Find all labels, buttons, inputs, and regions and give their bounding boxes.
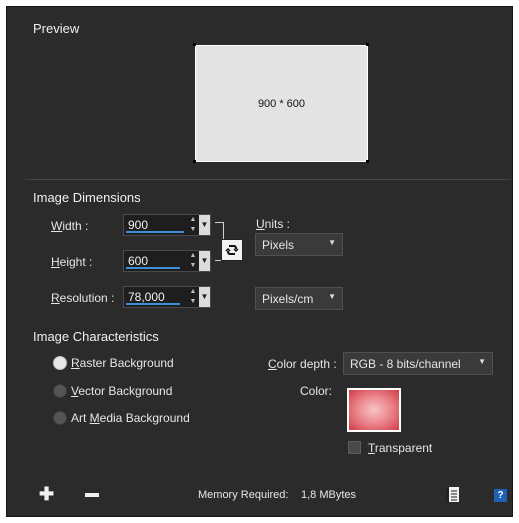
document-lines-icon: [446, 487, 457, 502]
units-select-value: Pixels: [262, 238, 295, 252]
color-label: Color:: [300, 384, 333, 398]
help-icon[interactable]: ?: [494, 489, 507, 502]
preview-corner-handle: [193, 160, 196, 163]
color-depth-label: Color depth :: [268, 357, 337, 371]
maintain-aspect-ratio-button[interactable]: [221, 239, 243, 261]
memory-required-label: Memory Required:: [198, 489, 289, 501]
color-depth-select[interactable]: RGB - 8 bits/channel ▼: [343, 352, 493, 375]
background-color-swatch[interactable]: [347, 388, 401, 432]
height-dropdown-arrow-icon[interactable]: ▼: [199, 251, 210, 271]
document-info-icon[interactable]: [446, 487, 459, 502]
width-label: Width :: [51, 219, 89, 233]
height-input[interactable]: 600 ▲ ▼ ▼: [123, 250, 211, 272]
resolution-value: 78,000: [128, 290, 165, 304]
preview-title: Preview: [33, 21, 80, 36]
raster-background-radio[interactable]: [53, 356, 67, 370]
width-focus-underline: [126, 231, 184, 233]
width-value: 900: [128, 218, 149, 232]
units-label: Units :: [256, 217, 291, 231]
preview-corner-handle: [193, 43, 196, 46]
preview-corner-handle: [366, 160, 369, 163]
resolution-dropdown-arrow-icon[interactable]: ▼: [199, 287, 210, 307]
resolution-units-select[interactable]: Pixels/cm ▼: [255, 287, 343, 310]
link-chain-icon: [225, 245, 239, 255]
plus-icon[interactable]: ✚: [39, 485, 54, 503]
raster-background-label[interactable]: Raster Background: [71, 356, 174, 370]
units-select[interactable]: Pixels ▼: [255, 233, 343, 256]
resolution-spinner-arrows-icon[interactable]: ▲ ▼: [188, 287, 198, 307]
minus-icon[interactable]: [85, 493, 99, 497]
preview-dimensions-text: 900 * 600: [257, 97, 306, 110]
vector-background-label[interactable]: Vector Background: [71, 384, 172, 398]
resolution-input[interactable]: 78,000 ▲ ▼ ▼: [123, 286, 211, 308]
memory-required-value: 1,8 MBytes: [301, 489, 357, 501]
width-spinner-arrows-icon[interactable]: ▲ ▼: [188, 215, 198, 235]
image-characteristics-title: Image Characteristics: [33, 329, 159, 344]
preview-corner-handle: [366, 43, 369, 46]
new-image-panel: Preview 900 * 600 Image Dimensions Width…: [6, 6, 513, 517]
chevron-down-icon: ▼: [478, 357, 486, 366]
chevron-down-icon: ▼: [328, 292, 336, 301]
height-focus-underline: [126, 267, 180, 269]
art-media-background-label[interactable]: Art Media Background: [71, 411, 190, 425]
height-label: Height :: [51, 255, 93, 269]
image-dimensions-title: Image Dimensions: [33, 190, 141, 205]
width-input[interactable]: 900 ▲ ▼ ▼: [123, 214, 211, 236]
section-divider: [25, 179, 511, 180]
transparent-label[interactable]: Transparent: [368, 441, 432, 455]
preview-canvas: 900 * 600: [195, 45, 368, 162]
transparent-checkbox[interactable]: [348, 441, 361, 454]
chevron-down-icon: ▼: [328, 238, 336, 247]
height-spinner-arrows-icon[interactable]: ▲ ▼: [188, 251, 198, 271]
resolution-focus-underline: [126, 303, 180, 305]
height-value: 600: [128, 254, 149, 268]
width-dropdown-arrow-icon[interactable]: ▼: [199, 215, 210, 235]
resolution-units-select-value: Pixels/cm: [262, 292, 314, 306]
color-depth-select-value: RGB - 8 bits/channel: [350, 357, 461, 371]
resolution-label: Resolution :: [51, 291, 115, 305]
vector-background-radio[interactable]: [53, 384, 67, 398]
art-media-background-radio[interactable]: [53, 411, 67, 425]
